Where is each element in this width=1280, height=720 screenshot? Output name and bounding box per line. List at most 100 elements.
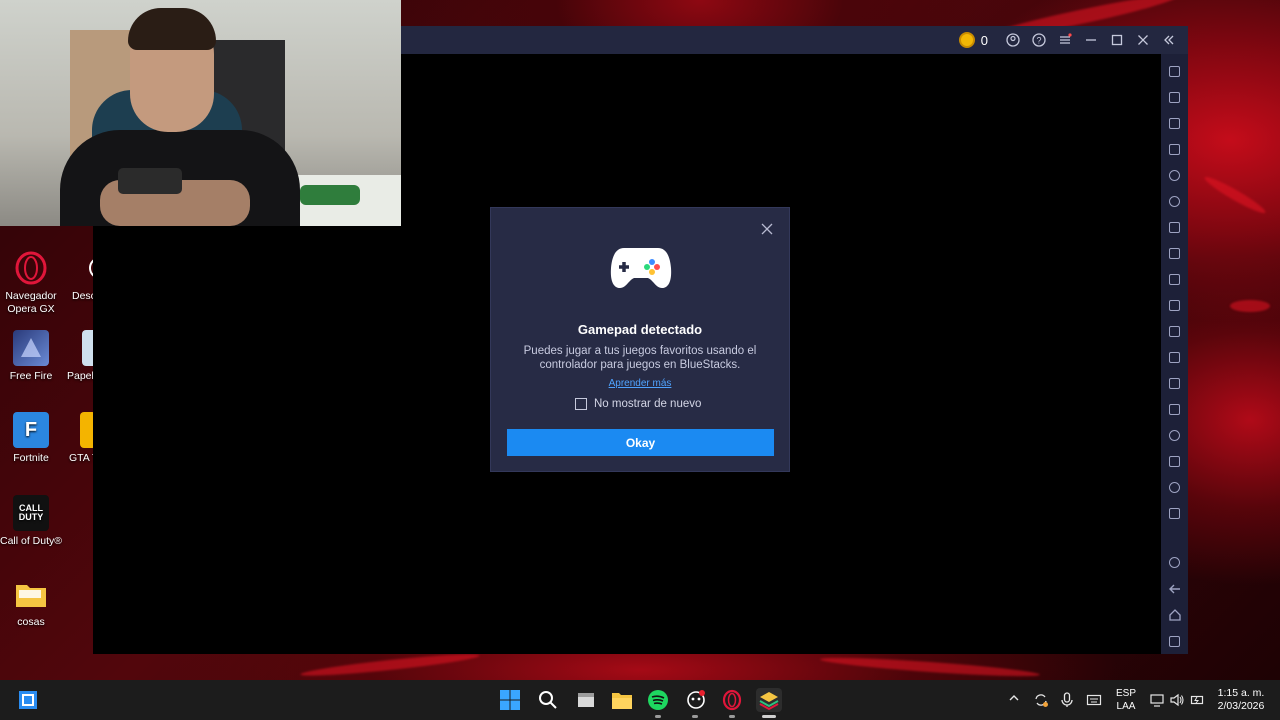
tray-network[interactable] <box>1149 692 1165 711</box>
desktop-icon-label: GTA The D <box>69 452 93 464</box>
back-button[interactable] <box>1161 576 1188 602</box>
hamburger-menu-icon <box>1060 33 1072 44</box>
fullscreen-button[interactable] <box>1161 58 1188 84</box>
checkbox-box[interactable] <box>575 398 587 410</box>
minimize-icon <box>1086 39 1096 41</box>
eraser-icon <box>1169 403 1180 415</box>
minimize-button[interactable] <box>1078 26 1104 54</box>
keyboard-controls-button[interactable] <box>1161 136 1188 162</box>
eco-mode-button[interactable] <box>1161 396 1188 422</box>
performance-button[interactable] <box>1161 475 1188 501</box>
dialog-close-button[interactable] <box>759 222 775 238</box>
desktop-icon-download[interactable]: Desc más <box>62 250 93 303</box>
volume-icon <box>1169 91 1180 103</box>
tray-input[interactable] <box>1086 692 1102 711</box>
checkbox-label: No mostrar de nuevo <box>594 398 702 410</box>
dialog-title: Gamepad detectado <box>577 322 703 337</box>
help-icon: ? <box>1032 33 1046 47</box>
desktop-icon-call-of-duty[interactable]: CALL DUTY Call of Duty® <box>0 495 62 548</box>
microphone-icon <box>1061 692 1073 707</box>
tray-sync[interactable] <box>1033 692 1049 711</box>
sidebar-toggle-button[interactable] <box>1161 501 1188 527</box>
taskbar-app-bluestacks[interactable] <box>756 688 782 712</box>
volume-button[interactable] <box>1161 84 1188 110</box>
gamepad-icon <box>610 244 672 290</box>
desktop-icon-free-fire[interactable]: Free Fire <box>0 330 62 383</box>
game-controls-button[interactable] <box>1161 240 1188 266</box>
desktop-icon-recycle-bin[interactable]: Papel reci <box>62 330 93 383</box>
layers-icon <box>1169 455 1180 467</box>
desktop-icon-label: Desc más <box>72 290 93 302</box>
account-icon <box>1006 33 1020 47</box>
taskbar-app-spotify[interactable] <box>646 688 670 712</box>
tray-battery[interactable] <box>1190 692 1206 711</box>
gamepad-detected-dialog: Gamepad detectado Puedes jugar a tus jue… <box>490 207 790 472</box>
fortnite-icon: F <box>13 412 49 448</box>
media-manager-button[interactable] <box>1161 318 1188 344</box>
clock[interactable]: 1:15 a. m. 2/03/2026 <box>1208 687 1274 713</box>
desktop-icon-label: Papel reci <box>67 370 93 382</box>
search-button[interactable] <box>536 688 560 712</box>
webcam-phone <box>118 168 182 194</box>
taskbar-app-file-explorer[interactable] <box>610 688 634 712</box>
battery-charging-icon <box>1190 695 1204 705</box>
sync-button[interactable] <box>1161 188 1188 214</box>
coins-counter[interactable]: 0 <box>958 32 988 48</box>
sync-icon <box>1169 195 1180 207</box>
sync-icon <box>1035 694 1048 707</box>
home-icon <box>1168 609 1181 621</box>
gta-icon <box>80 412 93 448</box>
airplane-mode-button[interactable] <box>1161 344 1188 370</box>
collapse-sidebar-button[interactable] <box>1156 26 1182 54</box>
recycle-bin-icon <box>82 330 93 366</box>
desktop-icon-label: Free Fire <box>9 370 53 382</box>
desktop-icon-label: Call of Duty® <box>0 535 63 547</box>
desktop-icon-gta[interactable]: GTA The D <box>62 412 93 465</box>
rotate-icon <box>1169 377 1180 389</box>
dont-show-again-checkbox[interactable]: No mostrar de nuevo <box>575 398 701 410</box>
keyboard-icon <box>1086 694 1102 706</box>
input-language[interactable]: ESP LAA <box>1112 687 1140 713</box>
close-icon <box>761 223 773 235</box>
maximize-button[interactable] <box>1104 26 1130 54</box>
media-icon <box>1169 117 1180 129</box>
help-button[interactable]: ? <box>1026 26 1052 54</box>
screenshot-button[interactable] <box>1161 266 1188 292</box>
task-view-button[interactable] <box>16 688 40 712</box>
tray-volume[interactable] <box>1169 692 1185 711</box>
media-button[interactable] <box>1161 110 1188 136</box>
recent-apps-button[interactable] <box>1161 628 1188 654</box>
desktop-icon-opera-gx[interactable]: Navegador Opera GX <box>0 250 62 316</box>
account-button[interactable] <box>1000 26 1026 54</box>
close-window-button[interactable] <box>1130 26 1156 54</box>
location-icon <box>1169 429 1180 441</box>
macro-button[interactable] <box>1161 162 1188 188</box>
dialog-message: Puedes jugar a tus juegos favoritos usan… <box>523 345 757 371</box>
location-button[interactable] <box>1161 422 1188 448</box>
gamepad-button[interactable] <box>1161 214 1188 240</box>
bluestacks-sidebar <box>1161 54 1188 654</box>
desktop-icon-fortnite[interactable]: F Fortnite <box>0 412 62 465</box>
multi-instance-button[interactable] <box>1161 448 1188 474</box>
desktop-icon-label: Fortnite <box>13 452 49 464</box>
okay-button[interactable]: Okay <box>507 429 774 456</box>
menu-button[interactable] <box>1052 26 1078 54</box>
home-button[interactable] <box>1161 602 1188 628</box>
rotate-button[interactable] <box>1161 370 1188 396</box>
show-hidden-icons-button[interactable] <box>1008 692 1020 707</box>
settings-button[interactable] <box>1161 550 1188 576</box>
webcam-overlay <box>0 0 401 226</box>
fullscreen-icon <box>1169 65 1180 77</box>
clock-time: 1:15 a. m. <box>1217 687 1265 699</box>
learn-more-link[interactable]: Aprender más <box>491 378 789 389</box>
taskbar-app-files[interactable] <box>574 688 598 712</box>
call-of-duty-icon: CALL DUTY <box>13 495 49 531</box>
taskbar-app-companion[interactable] <box>684 688 708 712</box>
taskbar-app-opera-gx[interactable] <box>720 688 744 712</box>
speedometer-icon <box>1169 482 1180 494</box>
record-button[interactable] <box>1161 292 1188 318</box>
desktop-icon-cosas[interactable]: cosas <box>0 576 62 629</box>
record-icon <box>1169 299 1180 311</box>
start-button[interactable] <box>498 688 522 712</box>
tray-microphone[interactable] <box>1060 692 1074 711</box>
